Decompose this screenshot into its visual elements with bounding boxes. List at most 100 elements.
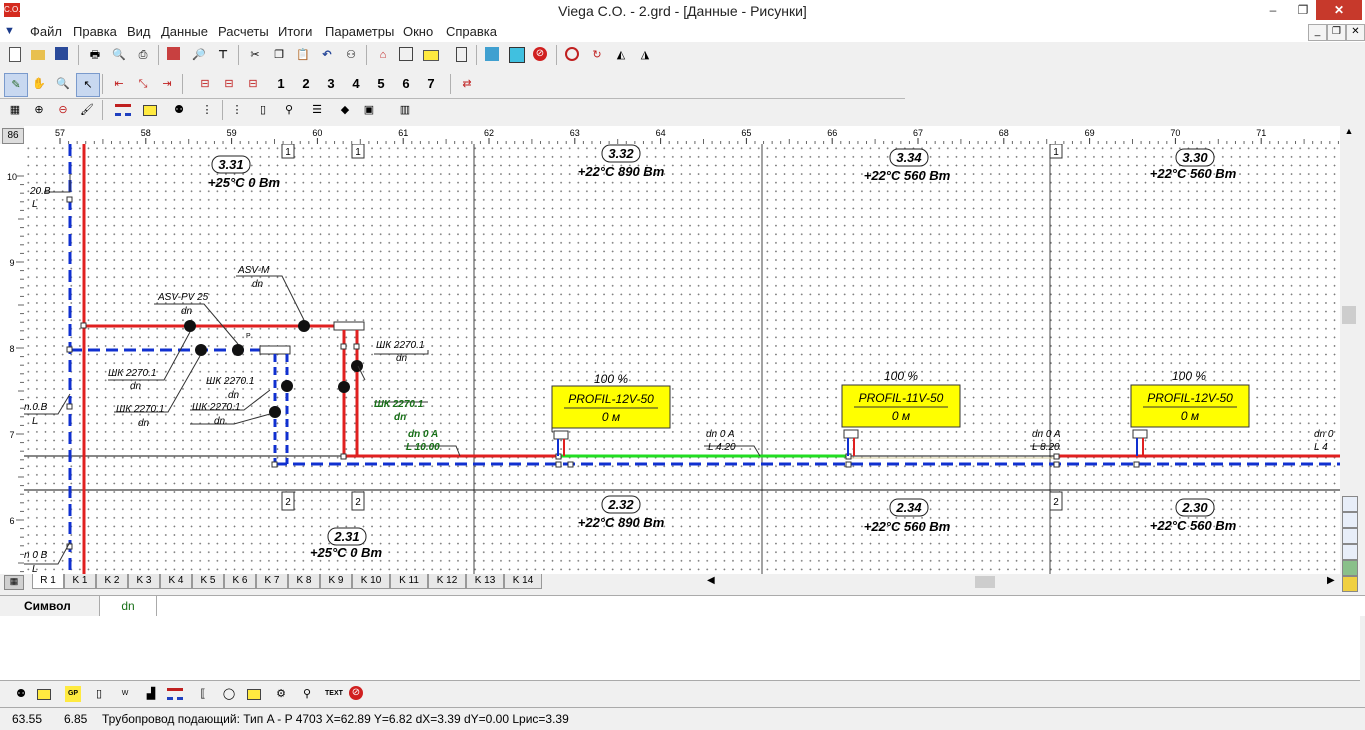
pan-button[interactable]: ✋ — [28, 73, 50, 95]
tab-k9[interactable]: K 9 — [320, 574, 352, 589]
valve-button[interactable]: ⚲ — [278, 99, 300, 121]
tool-f-button[interactable]: ⋮ — [196, 99, 218, 121]
undo-button[interactable]: ↶ — [316, 44, 338, 66]
scroll-up-icon[interactable]: ▲ — [1342, 126, 1356, 140]
side-hatch-button[interactable] — [1342, 544, 1358, 560]
tool-c-button[interactable]: ⊤ — [212, 44, 234, 66]
tab-k13[interactable]: K 13 — [466, 574, 504, 589]
stop-button[interactable]: ⊘ — [530, 44, 552, 66]
save-button[interactable] — [52, 44, 74, 66]
tool-h-button[interactable]: ▯ — [252, 99, 274, 121]
floor-5-button[interactable]: 5 — [370, 73, 392, 95]
sheet-nav-icon[interactable]: ▦ — [4, 575, 24, 590]
calculator-button[interactable] — [450, 44, 472, 66]
radiator-2[interactable]: 100 % PROFIL-11V-50 0 м — [842, 369, 960, 456]
bt-loop-button[interactable]: ◯ — [218, 683, 240, 705]
tab-k6[interactable]: K 6 — [224, 574, 256, 589]
pointer-button[interactable]: ↖ — [76, 73, 100, 97]
radiator-tool-button[interactable] — [420, 44, 442, 66]
bt-pipe-pair-button[interactable] — [164, 683, 186, 705]
tab-k8[interactable]: K 8 — [288, 574, 320, 589]
doc-icon[interactable]: ▼ — [4, 25, 22, 39]
bt-bracket-button[interactable]: ⟦ — [192, 683, 214, 705]
layer-c-button[interactable]: ⊟ — [242, 73, 264, 95]
zoom-in-button[interactable]: ⊕ — [28, 99, 50, 121]
layer-b-button[interactable]: ⊟ — [218, 73, 240, 95]
menu-totals[interactable]: Итоги — [278, 24, 312, 39]
bt-pump-button[interactable]: ⚙ — [270, 683, 292, 705]
copy-button[interactable]: ❐ — [268, 44, 290, 66]
menu-help[interactable]: Справка — [446, 24, 497, 39]
return-fitting[interactable] — [260, 346, 290, 354]
new-file-button[interactable] — [4, 44, 26, 66]
tab-k11[interactable]: K 11 — [390, 574, 428, 589]
bt-power-button[interactable]: W — [114, 683, 136, 705]
floor-3-button[interactable]: 3 — [320, 73, 342, 95]
tab-k1[interactable]: K 1 — [64, 574, 96, 589]
properties-button[interactable]: ▦ — [4, 99, 26, 121]
side-green-button[interactable] — [1342, 560, 1358, 576]
menu-view[interactable]: Вид — [127, 24, 151, 39]
bt-stop-button[interactable]: ⊘ — [346, 683, 368, 705]
tool-d-button[interactable] — [562, 44, 584, 66]
bt-text-button[interactable]: TEXT — [322, 683, 344, 705]
move-left-button[interactable]: ⇤ — [108, 73, 130, 95]
side-snap-button[interactable] — [1342, 512, 1358, 528]
floor-2-button[interactable]: 2 — [295, 73, 317, 95]
maximize-button[interactable]: ❐ — [1288, 0, 1318, 20]
tool-i-button[interactable]: ◆ — [334, 99, 356, 121]
radiator-3[interactable]: 100 % PROFIL-12V-50 0 м — [1131, 369, 1249, 456]
vertical-scroll-thumb[interactable] — [1342, 306, 1356, 324]
side-yellow-button[interactable] — [1342, 576, 1358, 592]
connect-button[interactable]: ⇄ — [456, 73, 478, 95]
print-preview-button[interactable]: 🔍 — [108, 44, 130, 66]
scroll-left-icon[interactable]: ◀ — [707, 575, 715, 586]
bt-fittings-button[interactable]: ⚉ — [10, 683, 32, 705]
mdi-close-button[interactable]: ✕ — [1346, 24, 1365, 41]
mdi-minimize-button[interactable]: _ — [1308, 24, 1327, 41]
bt-valve-button[interactable]: ⚲ — [296, 683, 318, 705]
tab-k5[interactable]: K 5 — [192, 574, 224, 589]
tab-k10[interactable]: K 10 — [352, 574, 390, 589]
move-right-button[interactable]: ⇥ — [156, 73, 178, 95]
floor-4-button[interactable]: 4 — [345, 73, 367, 95]
menu-parameters[interactable]: Параметры — [325, 24, 394, 39]
tab-k12[interactable]: K 12 — [428, 574, 466, 589]
bt-gp-button[interactable]: GP — [62, 683, 84, 705]
minimize-button[interactable]: – — [1258, 0, 1288, 20]
view-b-button[interactable] — [506, 44, 528, 66]
zoom-button[interactable]: 🔍 — [52, 73, 74, 95]
floor-7-button[interactable]: 7 — [420, 73, 442, 95]
layer-a-button[interactable]: ⊟ — [194, 73, 216, 95]
tab-k4[interactable]: K 4 — [160, 574, 192, 589]
side-grid-button[interactable] — [1342, 496, 1358, 512]
radiator-1[interactable]: 100 % PROFIL-12V-50 0 м — [552, 372, 670, 456]
horizontal-scroll-thumb[interactable] — [975, 576, 995, 588]
horizontal-scrollbar[interactable]: ◀ ▶ — [705, 574, 1340, 590]
supply-fitting[interactable] — [334, 322, 364, 330]
tool-j-button[interactable]: ▣ — [358, 99, 380, 121]
tab-k14[interactable]: K 14 — [504, 574, 542, 589]
schematic-drawing[interactable]: P ASV-M dn ASV-PV 25 dn ШК 2270.1 dn ШК … — [24, 144, 1340, 574]
move-diag-button[interactable]: ⤡ — [132, 73, 154, 95]
tool-b-button[interactable]: 🔎 — [188, 44, 210, 66]
print-setup-button[interactable]: 🖶 — [84, 44, 106, 66]
drawing-canvas[interactable]: P ASV-M dn ASV-PV 25 dn ШК 2270.1 dn ШК … — [24, 144, 1340, 574]
tab-k2[interactable]: K 2 — [96, 574, 128, 589]
tool-k-button[interactable]: ▥ — [394, 99, 416, 121]
menu-edit[interactable]: Правка — [73, 24, 117, 39]
fittings-button[interactable]: ⚉ — [168, 99, 190, 121]
menu-window[interactable]: Окно — [403, 24, 433, 39]
bt-drawing-button[interactable]: ▟ — [140, 683, 162, 705]
find-button[interactable]: ⚇ — [340, 44, 362, 66]
tab-r1[interactable]: R 1 — [32, 574, 64, 589]
paste-button[interactable]: 📋 — [292, 44, 314, 66]
menu-file[interactable]: Файл — [30, 24, 62, 39]
side-layer-button[interactable] — [1342, 528, 1358, 544]
properties-area[interactable] — [0, 616, 1360, 681]
print-button[interactable]: ⎙ — [132, 44, 154, 66]
mdi-restore-button[interactable]: ❐ — [1327, 24, 1346, 41]
close-button[interactable]: ✕ — [1316, 0, 1362, 20]
scroll-right-icon[interactable]: ▶ — [1327, 575, 1335, 586]
bt-radiator-button[interactable] — [34, 683, 56, 705]
